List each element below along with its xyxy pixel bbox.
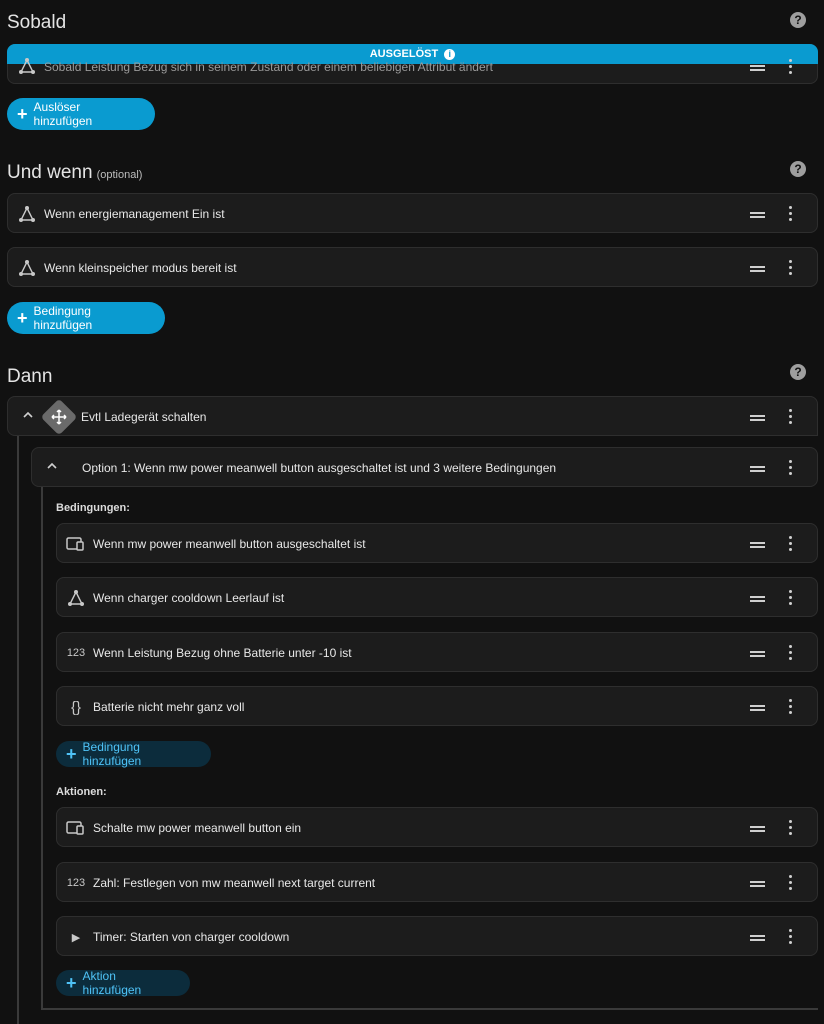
state-icon	[16, 203, 38, 225]
help-icon[interactable]: ?	[790, 161, 806, 177]
drag-handle-icon[interactable]	[750, 826, 765, 832]
option-bottom-line	[41, 1008, 818, 1010]
option-condition-card[interactable]: Wenn charger cooldown Leerlauf ist	[56, 577, 818, 617]
plus-icon: +	[17, 308, 28, 328]
add-action-label: Aktion hinzufügen	[82, 969, 142, 997]
add-trigger-label: Auslöser hinzufügen	[33, 100, 93, 128]
option-condition-card[interactable]: Wenn mw power meanwell button ausgeschal…	[56, 523, 818, 563]
option-label: Option 1: Wenn mw power meanwell button …	[82, 461, 557, 475]
option-action-card[interactable]: ▶ Timer: Starten von charger cooldown	[56, 916, 818, 956]
condition-label: Wenn energiemanagement Ein ist	[44, 207, 225, 221]
condition-card[interactable]: Wenn kleinspeicher modus bereit ist	[7, 247, 818, 287]
add-condition-label: Bedingung hinzufügen	[33, 304, 93, 332]
option-action-card[interactable]: Schalte mw power meanwell button ein	[56, 807, 818, 847]
choose-indent-line	[17, 436, 19, 1024]
device-icon	[65, 817, 87, 839]
state-icon	[65, 587, 87, 609]
trigger-card[interactable]: AUSGELÖST i Sobald Leistung Bezug sich i…	[7, 44, 818, 84]
drag-handle-icon[interactable]	[750, 596, 765, 602]
drag-handle-icon[interactable]	[750, 466, 765, 472]
state-icon	[16, 257, 38, 279]
option-condition-card[interactable]: 123 Wenn Leistung Bezug ohne Batterie un…	[56, 632, 818, 672]
drag-handle-icon[interactable]	[750, 935, 765, 941]
option-indent-line	[41, 487, 43, 1010]
plus-icon: +	[66, 973, 77, 993]
trigger-section-title: Sobald	[7, 12, 67, 33]
option-condition-label: Wenn charger cooldown Leerlauf ist	[93, 591, 285, 605]
more-icon[interactable]	[789, 260, 793, 276]
option-condition-label: Batterie nicht mehr ganz voll	[93, 700, 245, 714]
help-icon[interactable]: ?	[790, 364, 806, 380]
more-icon[interactable]	[789, 875, 793, 891]
option-action-card[interactable]: 123 Zahl: Festlegen von mw meanwell next…	[56, 862, 818, 902]
more-icon[interactable]	[789, 409, 793, 425]
more-icon[interactable]	[789, 59, 793, 75]
drag-handle-icon[interactable]	[750, 65, 765, 71]
drag-handle-icon[interactable]	[750, 881, 765, 887]
help-icon[interactable]: ?	[790, 12, 806, 28]
more-icon[interactable]	[789, 820, 793, 836]
condition-section-title: Und wenn (optional)	[7, 162, 142, 184]
add-option-condition-button[interactable]: + Bedingung hinzufügen	[56, 740, 211, 768]
more-icon[interactable]	[789, 536, 793, 552]
choose-label: Evtl Ladegerät schalten	[81, 410, 207, 424]
plus-icon: +	[66, 744, 77, 764]
conditions-heading: Bedingungen:	[56, 502, 130, 514]
more-icon[interactable]	[789, 699, 793, 715]
condition-title-text: Und wenn	[7, 162, 93, 183]
drag-handle-icon[interactable]	[750, 542, 765, 548]
option-condition-card[interactable]: {} Batterie nicht mehr ganz voll	[56, 686, 818, 726]
drag-handle-icon[interactable]	[750, 266, 765, 272]
option-condition-label: Wenn mw power meanwell button ausgeschal…	[93, 537, 366, 551]
add-condition-button[interactable]: + Bedingung hinzufügen	[7, 302, 165, 334]
optional-label: (optional)	[96, 169, 143, 181]
drag-handle-icon[interactable]	[750, 212, 765, 218]
chevron-up-icon[interactable]	[46, 460, 60, 474]
add-trigger-button[interactable]: + Auslöser hinzufügen	[7, 98, 155, 130]
template-icon: {}	[70, 698, 82, 716]
add-action-button[interactable]: + Aktion hinzufügen	[56, 969, 190, 997]
choose-icon	[50, 408, 68, 426]
more-icon[interactable]	[789, 206, 793, 222]
state-icon	[16, 55, 38, 77]
numeric-icon: 123	[66, 647, 86, 659]
condition-card[interactable]: Wenn energiemanagement Ein ist	[7, 193, 818, 233]
option-card[interactable]: Option 1: Wenn mw power meanwell button …	[31, 447, 818, 487]
more-icon[interactable]	[789, 460, 793, 476]
drag-handle-icon[interactable]	[750, 705, 765, 711]
add-option-condition-label: Bedingung hinzufügen	[82, 740, 142, 768]
action-section-title: Dann	[7, 366, 53, 387]
trigger-text: Sobald Leistung Bezug sich in seinem Zus…	[44, 60, 493, 74]
actions-heading: Aktionen:	[56, 786, 107, 798]
option-action-label: Zahl: Festlegen von mw meanwell next tar…	[93, 876, 376, 890]
condition-label: Wenn kleinspeicher modus bereit ist	[44, 261, 237, 275]
device-icon	[65, 533, 87, 555]
more-icon[interactable]	[789, 590, 793, 606]
option-action-label: Schalte mw power meanwell button ein	[93, 821, 302, 835]
drag-handle-icon[interactable]	[750, 415, 765, 421]
chevron-up-icon[interactable]	[22, 409, 36, 423]
more-icon[interactable]	[789, 645, 793, 661]
plus-icon: +	[17, 104, 28, 124]
option-condition-label: Wenn Leistung Bezug ohne Batterie unter …	[93, 646, 352, 660]
drag-handle-icon[interactable]	[750, 651, 765, 657]
option-action-label: Timer: Starten von charger cooldown	[93, 930, 290, 944]
more-icon[interactable]	[789, 929, 793, 945]
numeric-icon: 123	[66, 877, 86, 889]
choose-action-card[interactable]: Evtl Ladegerät schalten	[7, 396, 818, 436]
play-icon: ▶	[71, 931, 81, 944]
